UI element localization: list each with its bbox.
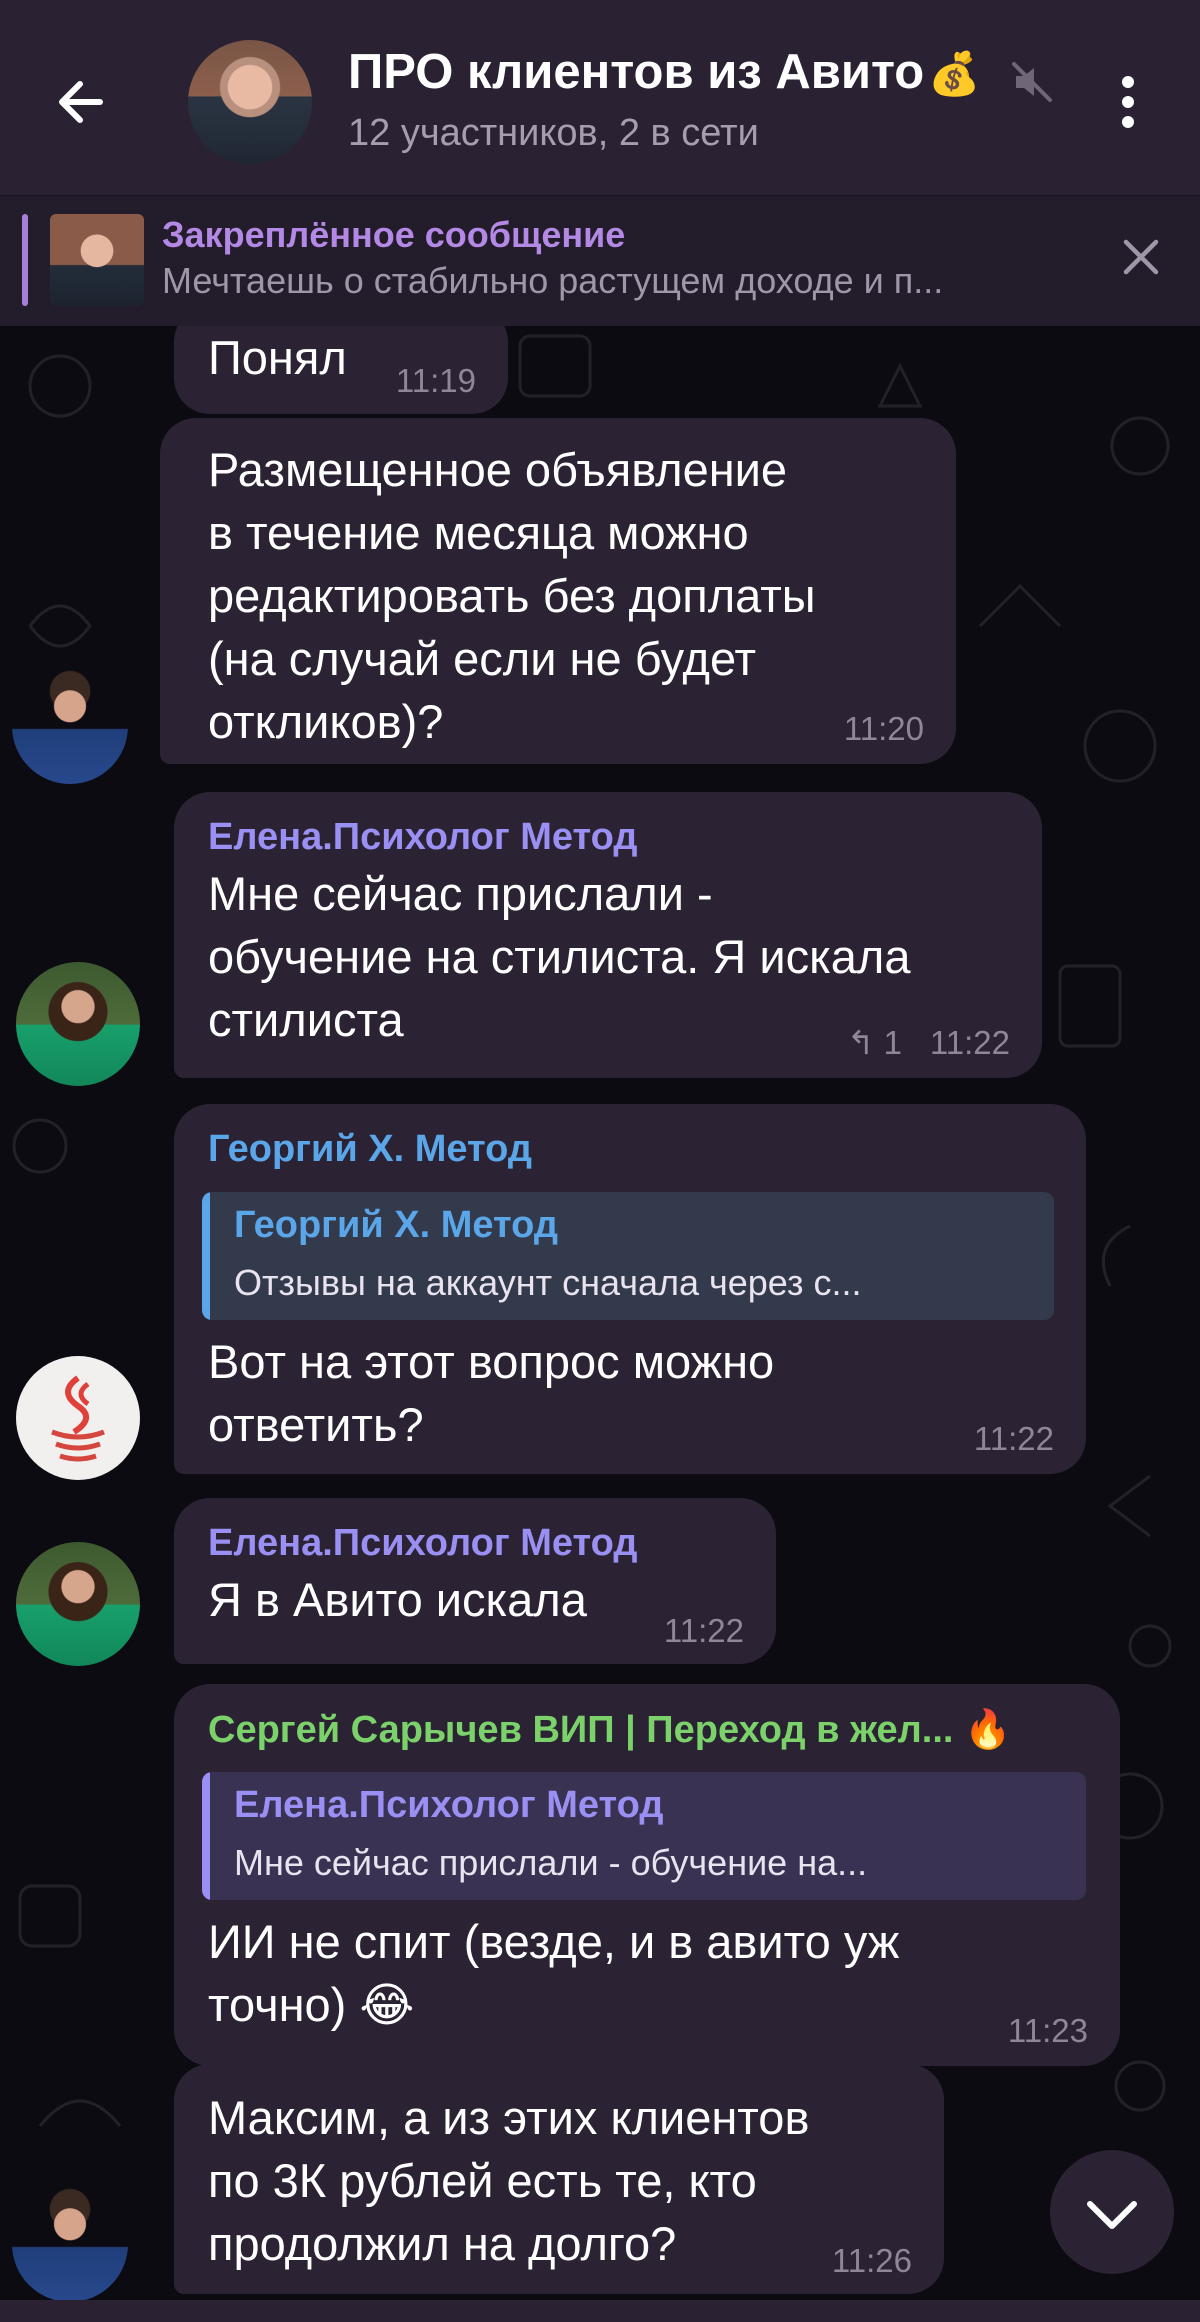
money-bag-icon: 💰	[928, 50, 981, 97]
message-bubble[interactable]: Размещенное объявление в течение месяца …	[160, 418, 956, 764]
fire-icon: 🔥	[964, 1709, 1012, 1751]
avatar[interactable]	[16, 1356, 140, 1480]
pinned-title: Закреплённое сообщение	[162, 214, 626, 255]
muted-speaker-icon	[1012, 62, 1052, 102]
reply-text: Мне сейчас прислали - обучение на...	[234, 1842, 868, 1883]
sender-name[interactable]: Елена.Психолог Метод	[208, 816, 638, 859]
reply-accent-bar	[202, 1772, 210, 1900]
message-bubble[interactable]: Понял 11:19	[174, 326, 508, 414]
avatar[interactable]	[12, 668, 128, 784]
message-time: 11:19	[395, 362, 476, 399]
sender-name[interactable]: Георгий Х. Метод	[208, 1128, 532, 1171]
message-text: Мне сейчас прислали - обучение на стилис…	[208, 867, 911, 1046]
reply-accent-bar	[202, 1192, 210, 1320]
avatar[interactable]	[16, 962, 140, 1086]
chat-title[interactable]: ПРО клиентов из Авито💰	[348, 44, 981, 100]
reply-sender: Елена.Психолог Метод	[234, 1784, 664, 1826]
vertical-dots-icon[interactable]	[1108, 70, 1148, 134]
message-text: Максим, а из этих клиентов по 3К рублей …	[208, 2091, 810, 2270]
message-time: 11:20	[843, 710, 924, 747]
message-list[interactable]: Понял 11:19 Размещенное объявление в теч…	[0, 326, 1200, 2322]
message-text: Размещенное объявление в течение месяца …	[208, 443, 816, 748]
message-bubble[interactable]: Максим, а из этих клиентов по 3К рублей …	[174, 2064, 944, 2294]
chevron-down-icon	[1087, 2201, 1137, 2229]
reply-arrow-icon: ↰	[846, 1024, 875, 1061]
sender-name[interactable]: Сергей Сарычев ВИП | Переход в жел... 🔥	[208, 1708, 1011, 1752]
sender-name-text: Сергей Сарычев ВИП | Переход в жел...	[208, 1709, 954, 1751]
message-time: 11:26	[831, 2242, 912, 2279]
pinned-accent-bar	[22, 214, 28, 306]
pinned-message-bar[interactable]: Закреплённое сообщение Мечтаешь о стабил…	[0, 195, 1200, 326]
reply-text: Отзывы на аккаунт сначала через с...	[234, 1262, 862, 1303]
chat-subtitle: 12 участников, 2 в сети	[348, 112, 759, 154]
arrow-left-icon[interactable]	[50, 70, 114, 134]
message-time: 11:22	[663, 1612, 744, 1649]
message-bubble[interactable]: Георгий Х. Метод Георгий Х. Метод Отзывы…	[174, 1104, 1086, 1474]
avatar[interactable]	[12, 2186, 128, 2302]
message-bubble[interactable]: Сергей Сарычев ВИП | Переход в жел... 🔥 …	[174, 1684, 1120, 2066]
java-logo-icon	[51, 1375, 105, 1462]
message-bubble[interactable]: Елена.Психолог Метод Я в Авито искала 11…	[174, 1498, 776, 1664]
reply-count-value: 1	[883, 1024, 902, 1061]
message-text: ИИ не спит (везде, и в авито уж точно) 😂	[208, 1915, 900, 2031]
reply-count[interactable]: ↰ 1	[847, 1023, 902, 1062]
reply-preview[interactable]: Елена.Психолог Метод Мне сейчас прислали…	[202, 1772, 1086, 1900]
scroll-to-bottom-button[interactable]	[1050, 2150, 1174, 2274]
message-text: Понял	[208, 331, 347, 384]
reply-sender: Георгий Х. Метод	[234, 1204, 558, 1246]
input-bar-edge	[0, 2300, 1200, 2322]
message-text: Я в Авито искала	[208, 1573, 587, 1626]
message-time: 11:22	[973, 1420, 1054, 1457]
message-time: 11:22	[929, 1024, 1010, 1061]
chat-title-text: ПРО клиентов из Авито	[348, 45, 925, 99]
avatar[interactable]	[16, 1542, 140, 1666]
chat-avatar[interactable]	[188, 40, 312, 164]
chat-header: ПРО клиентов из Авито💰 12 участников, 2 …	[0, 0, 1200, 195]
reply-preview[interactable]: Георгий Х. Метод Отзывы на аккаунт снача…	[202, 1192, 1054, 1320]
close-icon[interactable]	[1120, 236, 1162, 278]
message-text: Вот на этот вопрос можно ответить?	[208, 1335, 775, 1451]
pinned-thumbnail	[50, 214, 144, 306]
message-time: 11:23	[1007, 2012, 1088, 2049]
message-bubble[interactable]: Елена.Психолог Метод Мне сейчас прислали…	[174, 792, 1042, 1078]
sender-name[interactable]: Елена.Психолог Метод	[208, 1522, 638, 1565]
pinned-text: Мечтаешь о стабильно растущем доходе и п…	[162, 260, 944, 301]
